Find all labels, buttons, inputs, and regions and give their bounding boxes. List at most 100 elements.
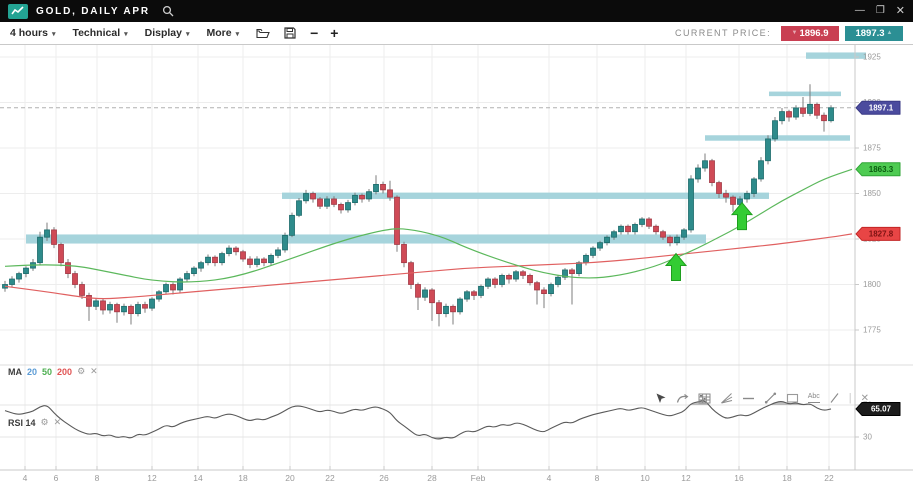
svg-text:28: 28 [427,473,437,483]
fan-lines-tool-icon[interactable] [720,392,733,404]
trendline-tool-icon[interactable] [764,392,777,404]
drawing-toolbar: Abc | ✕ [655,390,869,406]
chevron-down-icon: ▾ [124,30,128,38]
open-folder-icon[interactable] [256,28,270,39]
ask-price-badge: 1897.3 ▲ [845,26,903,41]
svg-text:20: 20 [285,473,295,483]
sr-zone[interactable] [26,234,706,243]
app-logo-icon [8,4,28,19]
rectangle-tool-icon[interactable] [786,392,799,404]
svg-text:1827.8: 1827.8 [869,230,894,239]
chevron-down-icon: ▾ [236,30,240,38]
svg-text:10: 10 [640,473,650,483]
zoom-in-button[interactable]: + [330,26,338,40]
rsi-line [5,401,831,439]
close-icon[interactable]: ✕ [90,366,98,377]
svg-text:8: 8 [595,473,600,483]
ma-label: MA [8,367,22,377]
buy-arrow[interactable] [666,254,686,281]
current-price-label: CURRENT PRICE: [675,28,771,38]
svg-text:30: 30 [863,433,872,442]
svg-text:26: 26 [379,473,389,483]
candlestick-series [3,84,834,326]
buy-arrow[interactable] [732,203,752,230]
svg-text:1800: 1800 [863,280,881,289]
rsi-label: RSI 14 [8,418,36,428]
svg-text:1925: 1925 [863,53,881,62]
sr-zone[interactable] [806,52,866,58]
rsi-indicator-label[interactable]: RSI 14 ⚙ ✕ [8,417,61,428]
gear-icon[interactable]: ⚙ [77,366,85,377]
chart-area: 1925190018751850182518001775703046812141… [0,45,913,493]
chevron-down-icon: ▾ [186,30,190,38]
toolbar-divider: | [849,392,852,404]
more-dropdown[interactable]: More ▾ [207,27,240,39]
line-tool-icon[interactable] [829,392,840,404]
close-drawing-toolbar-icon[interactable]: ✕ [861,393,869,404]
search-icon[interactable] [162,5,174,17]
timeframe-dropdown[interactable]: 4 hours ▾ [10,27,55,39]
svg-text:1850: 1850 [863,189,881,198]
svg-text:14: 14 [193,473,203,483]
chart-title: GOLD, DAILY APR [36,6,150,17]
down-tick-icon: ▼ [791,30,797,36]
display-label: Display [145,27,182,39]
sr-zone[interactable] [769,92,841,97]
svg-text:65.07: 65.07 [871,405,892,414]
minimize-button[interactable]: — [855,6,865,16]
ma200-period: 200 [57,367,72,377]
svg-text:1875: 1875 [863,144,881,153]
ma-200-line [5,234,852,299]
ma-indicator-label[interactable]: MA 20 50 200 ⚙ ✕ [8,366,98,377]
display-dropdown[interactable]: Display ▾ [145,27,190,39]
svg-text:Feb: Feb [471,473,486,483]
svg-text:16: 16 [734,473,744,483]
more-label: More [207,27,232,39]
save-icon[interactable] [284,27,296,39]
rsi-oversold-fill [5,401,831,439]
chart-toolbar: 4 hours ▾ Technical ▾ Display ▾ More ▾ −… [0,22,913,45]
technical-label: Technical [72,27,120,39]
close-button[interactable]: ✕ [896,6,905,17]
bid-price-badge: ▼ 1896.9 [781,26,839,41]
svg-text:6: 6 [54,473,59,483]
technical-dropdown[interactable]: Technical ▾ [72,27,127,39]
ask-price-value: 1897.3 [855,28,884,39]
last-price-badge: 1897.1 [856,101,900,114]
grid-tool-icon[interactable] [698,392,711,404]
svg-text:4: 4 [23,473,28,483]
text-tool-icon[interactable]: Abc [808,393,820,402]
gear-icon[interactable]: ⚙ [41,417,49,428]
pointer-tool-icon[interactable] [655,392,667,404]
restore-button[interactable]: ❐ [876,6,885,16]
title-bar: GOLD, DAILY APR — ❐ ✕ [0,0,913,22]
grid [0,45,855,470]
svg-text:18: 18 [238,473,248,483]
up-tick-icon: ▲ [887,30,893,36]
rsi-overbought-fill [5,401,831,439]
close-icon[interactable]: ✕ [54,417,62,428]
svg-text:8: 8 [95,473,100,483]
ma200-value-badge: 1827.8 [856,227,900,240]
svg-text:1863.3: 1863.3 [869,165,894,174]
svg-text:12: 12 [681,473,691,483]
chart-canvas[interactable]: 1925190018751850182518001775703046812141… [0,45,913,493]
svg-text:4: 4 [547,473,552,483]
zoom-out-button[interactable]: − [310,26,318,40]
ma20-period: 20 [27,367,37,377]
svg-text:1897.1: 1897.1 [869,104,894,113]
horizontal-line-tool-icon[interactable] [742,392,755,404]
time-axis-labels: 4 6 8 12 14 18 20 22 26 28 Feb 4 8 10 12 16 18 22 [23,466,834,483]
chevron-down-icon: ▾ [52,30,56,38]
timeframe-label: 4 hours [10,27,48,39]
ma50-value-badge: 1863.3 [856,163,900,176]
svg-text:22: 22 [824,473,834,483]
svg-text:12: 12 [147,473,157,483]
svg-text:1775: 1775 [863,326,881,335]
svg-text:18: 18 [782,473,792,483]
curve-tool-icon[interactable] [676,392,689,404]
bid-price-value: 1896.9 [799,28,828,39]
ma-50-line [5,169,852,282]
svg-text:22: 22 [325,473,335,483]
ma50-period: 50 [42,367,52,377]
